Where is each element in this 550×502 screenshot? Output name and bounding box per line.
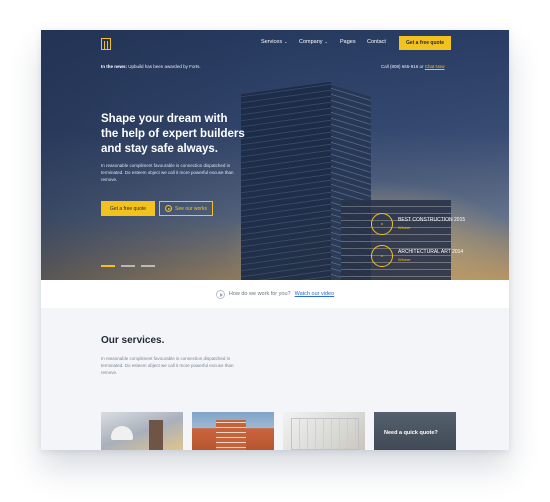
building-logo-icon[interactable] xyxy=(101,38,111,50)
chevron-down-icon: ⌄ xyxy=(324,39,328,44)
nav-item-contact[interactable]: Contact xyxy=(367,39,386,45)
service-card-image[interactable] xyxy=(192,412,274,450)
nav-item-company[interactable]: Company ⌄ xyxy=(299,39,328,45)
laurel-award-icon: ★ xyxy=(371,245,393,267)
see-works-label: See our works xyxy=(175,205,207,212)
news-text: Upbuild has been awarded by Forts. xyxy=(128,64,201,69)
news-ticker: In the news: Upbuild has been awarded by… xyxy=(101,64,201,69)
laurel-award-icon: ★ xyxy=(371,213,393,235)
hero-section: Services ⌄ Company ⌄ Pages Contact Get a f… xyxy=(41,30,509,280)
quick-quote-card[interactable]: Need a quick quote? xyxy=(374,412,456,450)
hero-description: In reasonable compliment favourable is c… xyxy=(101,163,234,182)
headline-line: Shape your dream with xyxy=(101,113,228,125)
nav-label: Pages xyxy=(340,39,356,45)
work-question: How do we work for you? xyxy=(228,291,291,297)
quick-quote-label: Need a quick quote? xyxy=(384,430,438,436)
chevron-down-icon: ⌄ xyxy=(284,39,288,44)
hero-quote-button[interactable]: Get a free quote xyxy=(101,201,155,216)
slide-dot-1[interactable] xyxy=(101,265,115,267)
see-works-button[interactable]: See our works xyxy=(159,201,213,216)
watch-video-link[interactable]: Watch our video xyxy=(295,291,335,297)
nav-label: Company xyxy=(299,39,323,45)
slider-pagination xyxy=(101,265,155,267)
award-title: BEST CONSTRUCTION 2015 xyxy=(398,217,466,223)
service-card-image[interactable] xyxy=(101,412,183,450)
nav-item-services[interactable]: Services ⌄ xyxy=(261,39,287,45)
call-text: Call (808) 666-816 or xyxy=(381,64,424,69)
service-cards: Need a quick quote? xyxy=(101,412,456,450)
slide-dot-2[interactable] xyxy=(121,265,135,267)
award-item: ★ ARCHITECTURAL ART 2014 Winner xyxy=(371,245,463,267)
award-item: ★ BEST CONSTRUCTION 2015 Winner xyxy=(371,213,465,235)
play-circle-icon[interactable] xyxy=(215,289,225,299)
nav-label: Contact xyxy=(367,39,386,45)
play-icon xyxy=(165,205,173,212)
award-subtitle: Winner xyxy=(398,225,411,230)
chat-now-link[interactable]: Chat Now xyxy=(425,64,445,69)
get-quote-button[interactable]: Get a free quote xyxy=(399,36,451,50)
website-preview: Services ⌄ Company ⌄ Pages Contact Get a f… xyxy=(41,30,509,450)
nav-item-pages[interactable]: Pages xyxy=(340,39,356,45)
slide-dot-3[interactable] xyxy=(141,265,155,267)
service-card-image[interactable] xyxy=(283,412,365,450)
call-info: Call (808) 666-816 or Chat Now xyxy=(381,64,445,69)
main-nav: Services ⌄ Company ⌄ Pages Contact Get a f… xyxy=(41,30,509,58)
services-description: In reasonable compliment favourable is c… xyxy=(101,356,234,375)
how-we-work-bar: How do we work for you? Watch our video xyxy=(41,280,509,308)
news-prefix: In the news: xyxy=(101,64,128,69)
nav-label: Services xyxy=(261,39,283,45)
headline-line: the help of expert builders xyxy=(101,128,245,140)
headline-line: and stay safe always. xyxy=(101,143,218,155)
hero-headline: Shape your dream with the help of expert… xyxy=(101,112,301,157)
award-subtitle: Winner xyxy=(398,257,411,262)
award-title: ARCHITECTURAL ART 2014 xyxy=(398,249,464,255)
services-title: Our services. xyxy=(101,335,165,346)
